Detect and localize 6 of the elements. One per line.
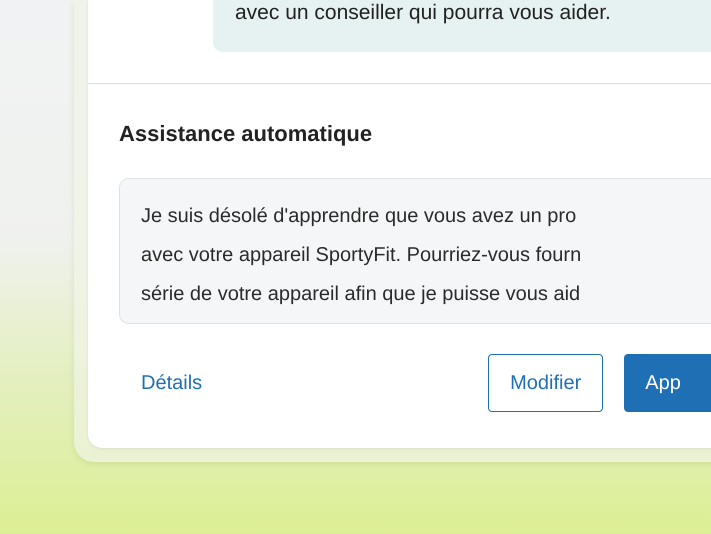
section-title: Assistance automatique xyxy=(119,120,374,148)
details-link[interactable]: Détails xyxy=(141,372,202,394)
edit-button[interactable]: Modifier xyxy=(488,354,604,412)
apply-button[interactable]: App xyxy=(624,354,711,412)
message-text: avec un conseiller qui pourra vous aider. xyxy=(235,0,611,26)
reply-text: Je suis désolé d'apprendre que vous avez un pro avec votre appareil SportyFit. Pourriez-vous fourn série de votre appareil afin que je puisse vous aid xyxy=(141,204,582,307)
